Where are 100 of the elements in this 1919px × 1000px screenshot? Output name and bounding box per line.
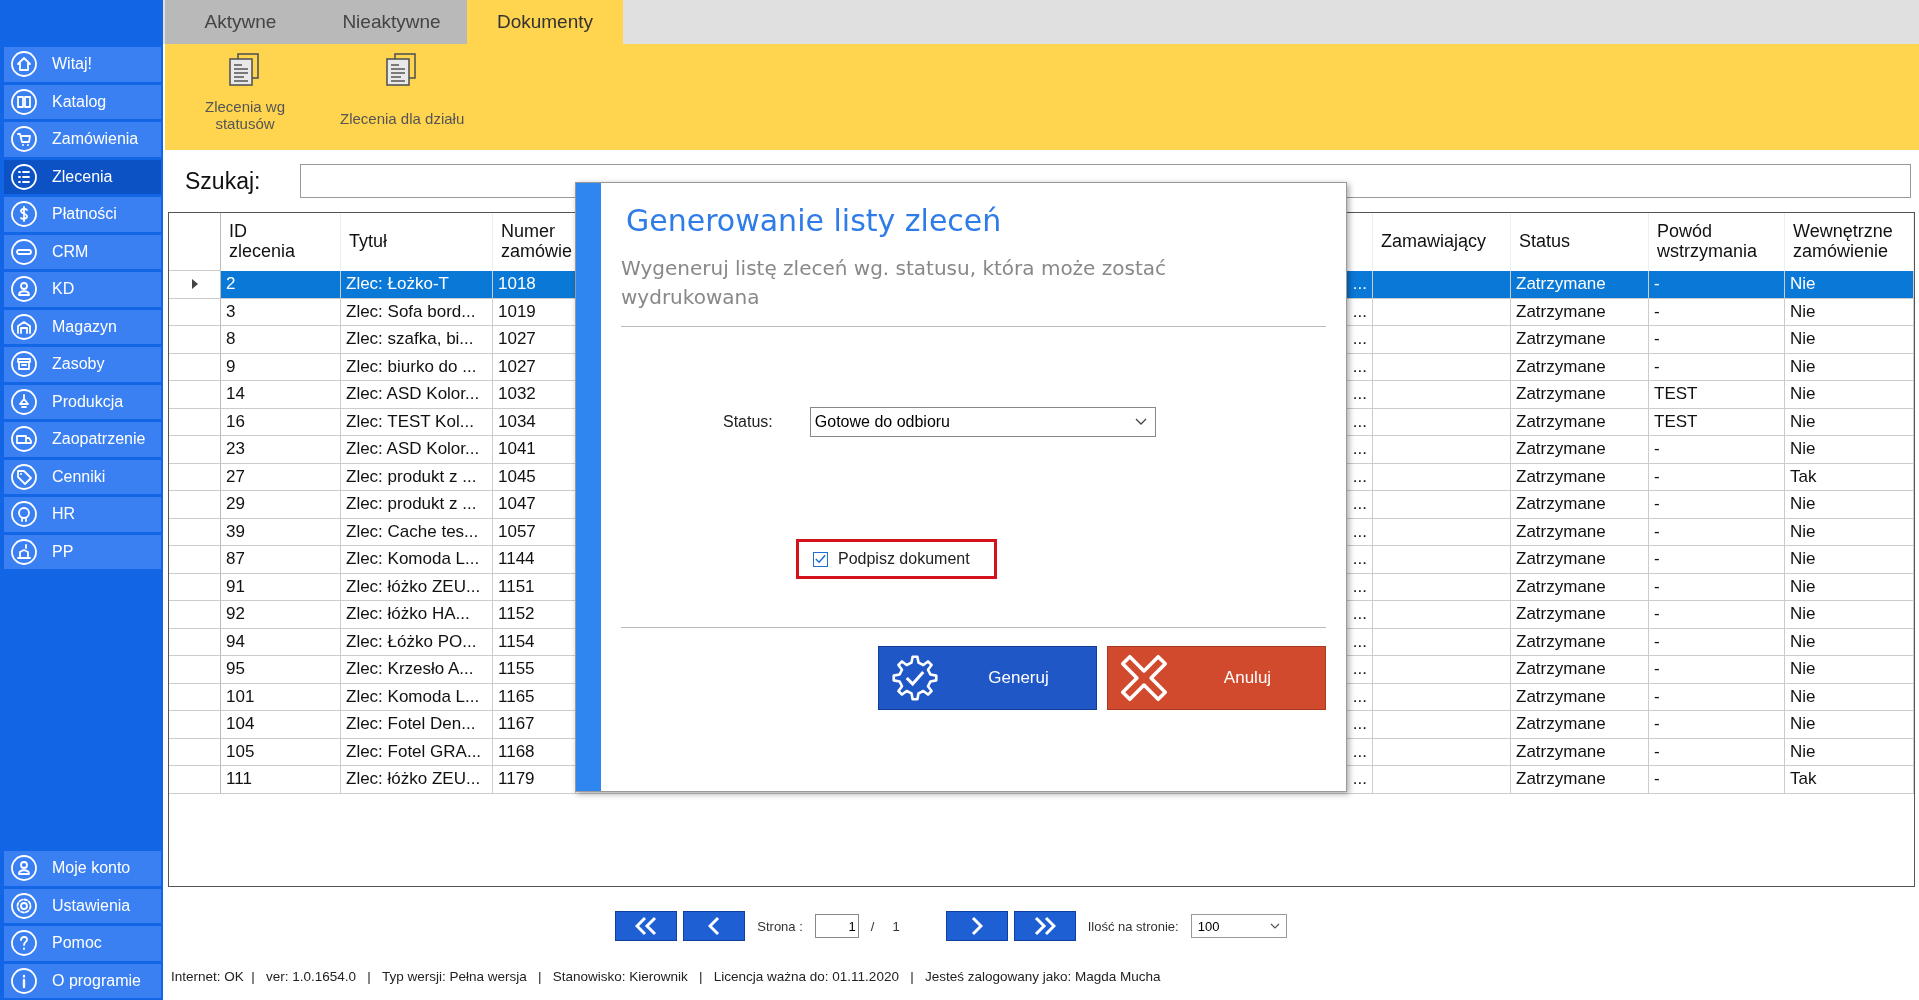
table-cell: Zlec: łóżko ZEU... [341, 573, 493, 601]
table-cell: 104 [221, 711, 341, 739]
table-cell: 14 [221, 381, 341, 409]
box-icon [10, 350, 38, 379]
status-label: Status: [723, 413, 773, 431]
sidebar-item[interactable]: Pomoc [4, 926, 161, 961]
sidebar-item[interactable]: Zamówienia [4, 122, 161, 157]
sidebar-item[interactable]: Magazyn [4, 309, 161, 344]
sidebar-item[interactable]: O programie [4, 963, 161, 998]
table-cell: TEST [1649, 408, 1785, 436]
sidebar-item[interactable]: KD [4, 272, 161, 307]
badge-icon [10, 237, 38, 266]
table-cell: Zlec: produkt z ... [341, 463, 493, 491]
next-page-button[interactable] [945, 911, 1008, 941]
sidebar-item[interactable]: Cenniki [4, 459, 161, 494]
page-field[interactable]: 1 [814, 914, 859, 938]
tag-icon [10, 462, 38, 491]
table-cell: - [1649, 298, 1785, 326]
table-cell: 23 [221, 436, 341, 464]
sidebar-item[interactable]: Zaopatrzenie [4, 422, 161, 457]
cancel-button[interactable]: Anuluj [1107, 646, 1326, 710]
table-cell: Nie [1785, 436, 1914, 464]
table-cell: Zatrzymane [1511, 683, 1649, 711]
warehouse-icon [10, 312, 38, 341]
table-cell: Nie [1785, 546, 1914, 574]
table-cell: 29 [221, 491, 341, 519]
table-cell: 87 [221, 546, 341, 574]
table-cell: - [1649, 326, 1785, 354]
person-icon [10, 275, 38, 304]
cart-icon [10, 125, 38, 154]
page-total: 1 [892, 918, 900, 934]
sign-checkbox[interactable]: Podpisz dokument [813, 550, 970, 568]
sidebar-item[interactable]: Zlecenia [4, 159, 161, 194]
table-cell: 16 [221, 408, 341, 436]
table-cell: Tak [1785, 463, 1914, 491]
table-cell: Zatrzymane [1511, 408, 1649, 436]
status-dropdown[interactable]: Gotowe do odbioru [809, 407, 1156, 437]
table-cell: Nie [1785, 656, 1914, 684]
table-cell: Zatrzymane [1511, 766, 1649, 794]
sidebar-item[interactable]: Płatności [4, 197, 161, 232]
table-cell: - [1649, 656, 1785, 684]
settings-icon [10, 891, 38, 920]
chevron-left-icon [708, 915, 721, 937]
book-icon [10, 87, 38, 116]
table-cell: TEST [1649, 381, 1785, 409]
tab[interactable]: Aktywne [165, 0, 316, 44]
table-cell: 111 [221, 766, 341, 794]
table-cell: 94 [221, 628, 341, 656]
truck-icon [10, 425, 38, 454]
last-page-button[interactable] [1013, 911, 1076, 941]
table-cell: Nie [1785, 271, 1914, 299]
previous-page-button[interactable] [683, 911, 746, 941]
sidebar-item[interactable]: Moje konto [4, 851, 161, 886]
search-label: Szukaj: [185, 167, 261, 195]
status-text: Internet: OK | ver: 1.0.1654.0 | Typ wersji: Pełna wersja | Stanowisko: Kierownik | Licencja ważna do: 01.11.2020 | Jesteś zalogowany jako: Magda Mucha [170, 968, 1161, 984]
table-cell: Zatrzymane [1511, 546, 1649, 574]
sidebar-item[interactable]: Zasoby [4, 347, 161, 382]
chevron-down-icon [1134, 418, 1147, 426]
sidebar-item[interactable]: Witaj! [4, 47, 161, 82]
ribbon-button[interactable]: Zlecenia dla działu [340, 44, 465, 127]
table-cell: - [1649, 628, 1785, 656]
first-page-button[interactable] [615, 911, 678, 941]
sidebar-item[interactable]: Produkcja [4, 384, 161, 419]
table-cell: Zatrzymane [1511, 738, 1649, 766]
table-cell: 95 [221, 656, 341, 684]
sidebar-item[interactable]: CRM [4, 234, 161, 269]
ribbon-button[interactable]: Zlecenia wg statusów [190, 44, 300, 132]
table-cell: Zlec: produkt z ... [341, 491, 493, 519]
table-cell: 92 [221, 601, 341, 629]
table-cell: - [1649, 353, 1785, 381]
table-cell: Zlec: Łożko-T [341, 271, 493, 299]
table-cell: 3 [221, 298, 341, 326]
table-cell: Nie [1785, 408, 1914, 436]
tab[interactable]: Dokumenty [467, 0, 623, 44]
table-cell: - [1649, 271, 1785, 299]
table-cell: Zatrzymane [1511, 518, 1649, 546]
generate-button[interactable]: Generuj [878, 646, 1097, 710]
table-cell: Zlec: Krzesło A... [341, 656, 493, 684]
close-icon [1118, 652, 1170, 704]
table-cell: Zlec: Komoda L... [341, 546, 493, 574]
table-cell: Nie [1785, 738, 1914, 766]
table-cell: Zatrzymane [1511, 601, 1649, 629]
tab[interactable]: Nieaktywne [316, 0, 467, 44]
sidebar-item[interactable]: PP [4, 534, 161, 569]
per-page-dropdown[interactable]: 100 [1190, 914, 1287, 938]
checkbox[interactable] [813, 551, 828, 567]
chevron-right-icon [970, 915, 983, 937]
table-cell: Tak [1785, 766, 1914, 794]
table-cell: - [1649, 601, 1785, 629]
sidebar-item[interactable]: Katalog [4, 84, 161, 119]
sidebar-item[interactable]: HR [4, 497, 161, 532]
dialog-title: Generowanie listy zleceń [625, 203, 1003, 238]
chevron-down-icon [1269, 923, 1280, 929]
sidebar-item[interactable]: Ustawienia [4, 888, 161, 923]
table-cell: - [1649, 491, 1785, 519]
table-cell: Zatrzymane [1511, 326, 1649, 354]
row-pointer-icon [190, 279, 199, 290]
table-cell: Zatrzymane [1511, 271, 1649, 299]
table-cell: Nie [1785, 573, 1914, 601]
table-cell: Nie [1785, 711, 1914, 739]
